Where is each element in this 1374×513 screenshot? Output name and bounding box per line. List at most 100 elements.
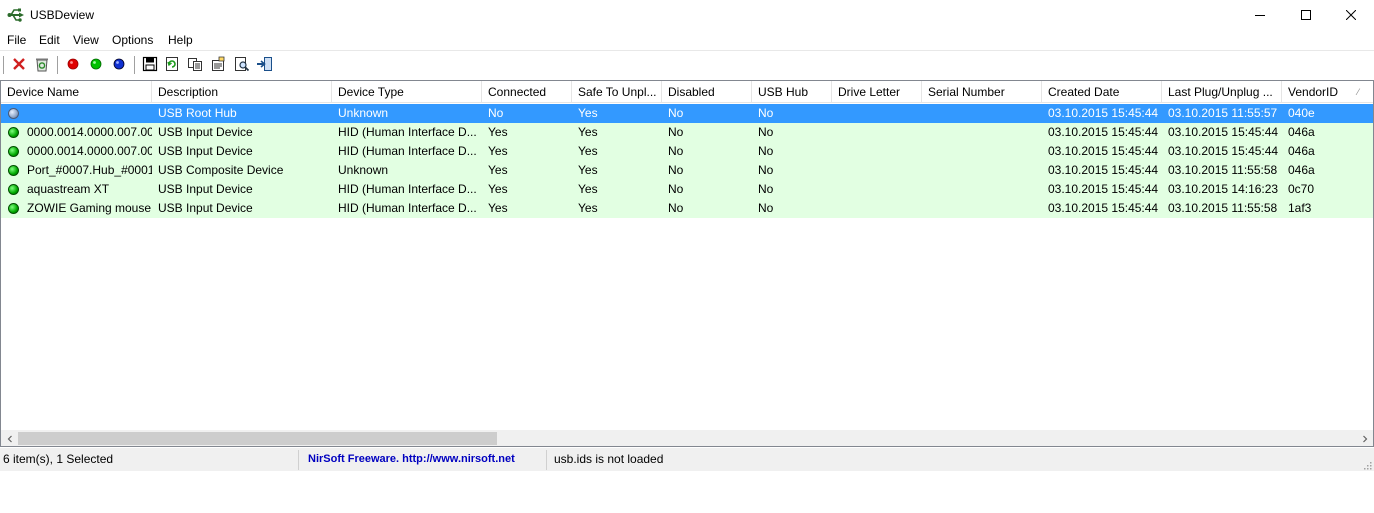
cell-description: USB Input Device — [158, 125, 253, 139]
refresh-button[interactable] — [162, 55, 182, 75]
table-row[interactable]: 0000.0014.0000.007.00... USB Input Devic… — [1, 123, 1373, 142]
copy-button[interactable] — [185, 55, 205, 75]
red-circle-icon — [67, 58, 79, 73]
status-usbids: usb.ids is not loaded — [554, 452, 664, 466]
menu-edit[interactable]: Edit — [39, 33, 60, 47]
column-header-vendor-id[interactable]: VendorID ⁄ — [1282, 81, 1373, 103]
uninstall-button[interactable] — [32, 55, 52, 75]
column-header-serial-number[interactable]: Serial Number — [922, 81, 1042, 103]
scrollbar-thumb[interactable] — [18, 432, 497, 445]
column-header-connected[interactable]: Connected — [482, 81, 572, 103]
cell-safe-to-unplug: Yes — [578, 163, 598, 177]
cell-disabled: No — [668, 125, 684, 139]
cell-drive-letter — [832, 142, 922, 161]
column-header-description[interactable]: Description — [152, 81, 332, 103]
cell-device-name: aquastream XT — [27, 182, 110, 196]
table-row[interactable]: aquastream XT USB Input Device HID (Huma… — [1, 180, 1373, 199]
device-status-green-icon — [8, 165, 19, 176]
enable-button[interactable] — [86, 55, 106, 75]
disconnect-button[interactable] — [9, 55, 29, 75]
scroll-right-button[interactable] — [1356, 430, 1373, 446]
table-row[interactable]: ZOWIE Gaming mouse USB Input Device HID … — [1, 199, 1373, 218]
cell-description: USB Input Device — [158, 144, 253, 158]
exit-button[interactable] — [255, 55, 275, 75]
column-header-drive-letter[interactable]: Drive Letter — [832, 81, 922, 103]
cell-serial-number — [922, 142, 1042, 161]
cell-vendor-id: 1af3 — [1288, 201, 1312, 215]
cell-usb-hub: No — [758, 106, 774, 120]
cell-created-date: 03.10.2015 15:45:44 — [1048, 163, 1159, 177]
chevron-left-icon — [6, 432, 14, 446]
cell-device-name: Port_#0007.Hub_#0001 — [27, 163, 152, 177]
usb-app-icon — [7, 6, 25, 24]
toolbar — [0, 50, 1374, 78]
status-separator — [546, 450, 547, 470]
disable-button[interactable] — [63, 55, 83, 75]
uninstall-icon — [34, 56, 50, 75]
status-item-count: 6 item(s), 1 Selected — [3, 452, 114, 466]
minimize-button[interactable] — [1237, 0, 1283, 30]
cell-vendor-id: 040e — [1288, 106, 1315, 120]
device-list[interactable]: Device Name Description Device Type Conn… — [0, 80, 1374, 447]
close-button[interactable] — [1328, 0, 1374, 30]
cell-connected: Yes — [488, 144, 508, 158]
device-status-green-icon — [8, 184, 19, 195]
column-header-device-type[interactable]: Device Type — [332, 81, 482, 103]
cell-last-plug-unplug: 03.10.2015 11:55:58 — [1168, 163, 1278, 177]
table-row[interactable]: Port_#0007.Hub_#0001 USB Composite Devic… — [1, 161, 1373, 180]
menu-help[interactable]: Help — [168, 33, 193, 47]
cell-device-type: Unknown — [338, 163, 389, 177]
table-row[interactable]: 0000.0014.0000.007.00... USB Input Devic… — [1, 142, 1373, 161]
cell-safe-to-unplug: Yes — [578, 182, 598, 196]
device-status-green-icon — [8, 127, 19, 138]
cell-drive-letter — [832, 161, 922, 180]
maximize-button[interactable] — [1283, 0, 1329, 30]
nirsoft-link[interactable]: NirSoft Freeware. http://www.nirsoft.net — [308, 448, 515, 471]
cell-usb-hub: No — [758, 163, 774, 177]
cell-device-type: Unknown — [338, 106, 389, 120]
cell-description: USB Input Device — [158, 182, 253, 196]
column-header-device-name[interactable]: Device Name — [1, 81, 152, 103]
cell-serial-number — [922, 180, 1042, 199]
cell-created-date: 03.10.2015 15:45:44 — [1048, 201, 1159, 215]
horizontal-scrollbar[interactable] — [1, 430, 1373, 446]
blue-action-button[interactable] — [109, 55, 129, 75]
menu-options[interactable]: Options — [112, 33, 153, 47]
refresh-icon — [164, 56, 180, 75]
device-status-green-icon — [8, 146, 19, 157]
cell-disabled: No — [668, 182, 684, 196]
cell-usb-hub: No — [758, 125, 774, 139]
find-button[interactable] — [232, 55, 252, 75]
column-header-usb-hub[interactable]: USB Hub — [752, 81, 832, 103]
cell-disabled: No — [668, 163, 684, 177]
cell-device-type: HID (Human Interface D... — [338, 125, 477, 139]
sort-indicator-icon: ⁄ — [1357, 87, 1359, 97]
menu-view[interactable]: View — [73, 33, 99, 47]
cell-description: USB Input Device — [158, 201, 253, 215]
column-header-safe-to-unplug[interactable]: Safe To Unpl... — [572, 81, 662, 103]
column-header-disabled[interactable]: Disabled — [662, 81, 752, 103]
cell-description: USB Composite Device — [158, 163, 284, 177]
properties-button[interactable] — [208, 55, 228, 75]
save-button[interactable] — [140, 55, 160, 75]
cell-last-plug-unplug: 03.10.2015 14:16:23 — [1168, 182, 1279, 196]
cell-disabled: No — [668, 144, 684, 158]
copy-icon — [187, 56, 203, 75]
toolbar-separator — [57, 56, 58, 74]
menu-file[interactable]: File — [7, 33, 26, 47]
green-circle-icon — [90, 58, 102, 73]
resize-grip-icon[interactable] — [1362, 459, 1372, 470]
cell-connected: Yes — [488, 125, 508, 139]
column-header-vendor-id-label: VendorID — [1288, 85, 1339, 99]
device-status-green-icon — [8, 203, 19, 214]
cell-serial-number — [922, 199, 1042, 218]
scroll-left-button[interactable] — [1, 430, 18, 446]
cell-device-type: HID (Human Interface D... — [338, 182, 477, 196]
cell-description: USB Root Hub — [158, 106, 237, 120]
table-row[interactable]: USB Root Hub Unknown No Yes No No 03.10.… — [1, 104, 1373, 123]
column-header-created-date[interactable]: Created Date — [1042, 81, 1162, 103]
cell-vendor-id: 046a — [1288, 125, 1315, 139]
cell-device-name: ZOWIE Gaming mouse — [27, 201, 152, 215]
cell-vendor-id: 0c70 — [1288, 182, 1315, 196]
column-header-last-plug-unplug[interactable]: Last Plug/Unplug ... — [1162, 81, 1282, 103]
